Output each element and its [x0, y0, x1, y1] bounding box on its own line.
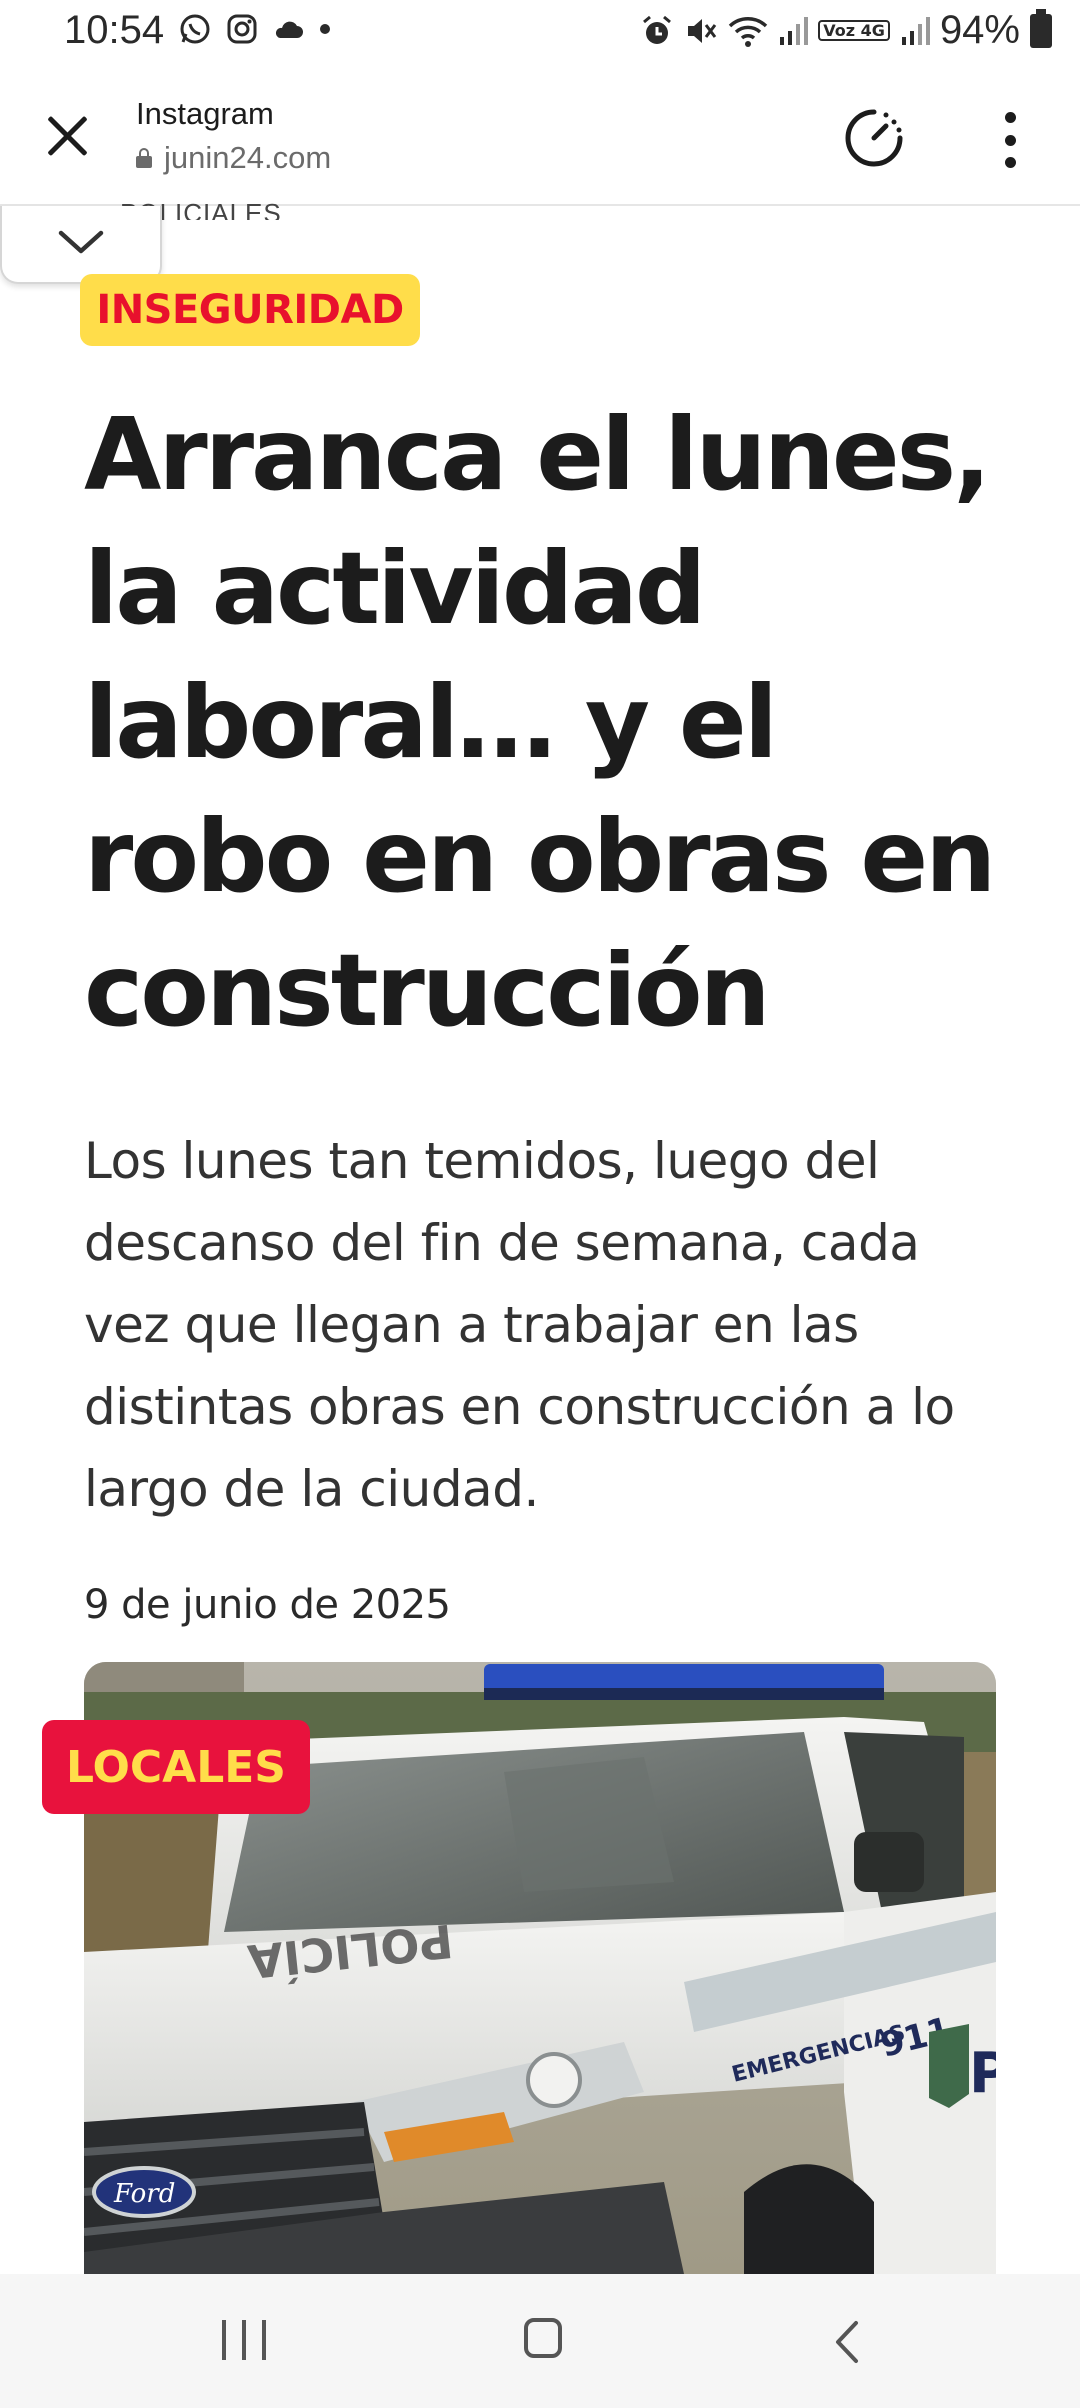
cloud-icon: [275, 21, 303, 38]
status-right-icons: Voz 4G 94%: [640, 8, 1052, 53]
collapse-header-button[interactable]: [0, 206, 162, 284]
article-lead: Los lunes tan temidos, luego del descans…: [84, 1132, 955, 1518]
svg-text:Ford: Ford: [113, 2179, 175, 2209]
speedometer-icon[interactable]: [842, 106, 906, 170]
close-icon[interactable]: [44, 112, 92, 160]
status-bar: 10:54 Voz 4G 94%: [0, 0, 1080, 72]
image-category-tag[interactable]: LOCALES: [42, 1720, 310, 1814]
url-text: junin24.com: [164, 140, 332, 175]
whatsapp-icon: [180, 14, 210, 44]
status-left-icons: [178, 12, 332, 46]
mute-icon: [688, 18, 717, 43]
svg-text:POL: POL: [969, 2041, 996, 2106]
battery-icon: [1030, 8, 1052, 48]
alarm-icon: [643, 15, 672, 44]
lock-icon: [136, 148, 152, 168]
system-navigation-bar: [0, 2274, 1080, 2408]
tab-url[interactable]: junin24.com: [136, 140, 331, 176]
battery-percent: 94%: [939, 8, 1020, 52]
instagram-icon: [227, 14, 257, 44]
dot-icon: [320, 24, 330, 34]
volte-icon: Voz 4G: [818, 20, 890, 41]
signal-icon: [780, 16, 809, 45]
article-date: 9 de junio de 2025: [84, 1582, 451, 1628]
tab-title: Instagram: [136, 96, 274, 131]
recent-apps-icon[interactable]: [222, 2320, 266, 2360]
article-headline: Arranca el lunes, la actividad laboral… …: [84, 396, 996, 1049]
more-options-icon[interactable]: [1000, 112, 1020, 168]
back-icon[interactable]: [834, 2320, 860, 2364]
custom-tab-toolbar: Instagram junin24.com: [0, 72, 1080, 206]
signal-icon: [901, 16, 930, 45]
home-icon[interactable]: [524, 2318, 562, 2358]
category-tag[interactable]: INSEGURIDAD: [80, 274, 420, 346]
wifi-icon: [729, 16, 768, 47]
status-time: 10:54: [64, 8, 165, 52]
chevron-down-icon: [58, 230, 104, 254]
